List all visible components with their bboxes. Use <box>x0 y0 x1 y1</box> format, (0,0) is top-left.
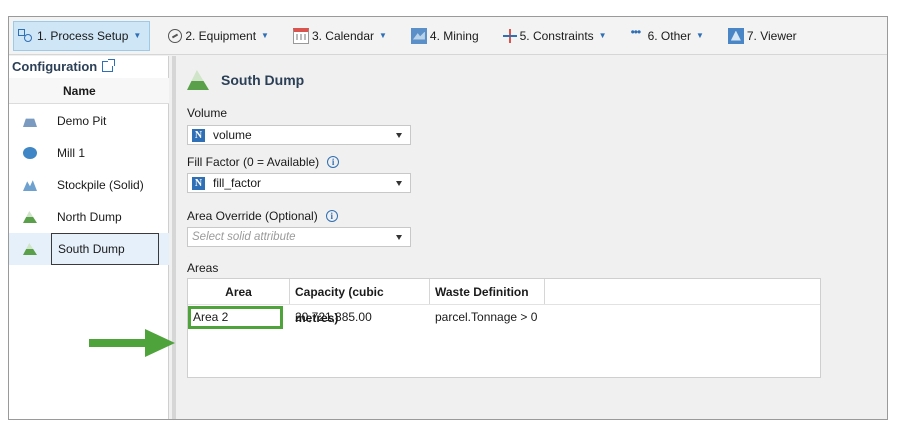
tab-label: 7. Viewer <box>746 28 797 43</box>
pit-icon <box>23 118 37 127</box>
areas-table: Area Capacity (cubic metres) Waste Defin… <box>187 278 821 378</box>
chevron-down-icon: ▼ <box>379 31 387 40</box>
dump-icon <box>187 70 209 90</box>
list-item-south-dump[interactable]: South Dump <box>9 233 169 265</box>
configuration-panel: Configuration Name Demo Pit Mill 1 Stock… <box>9 56 169 419</box>
column-header-waste-definition[interactable]: Waste Definition <box>430 279 545 304</box>
area-override-label: Area Override (Optional) i <box>187 209 338 223</box>
areas-label-text: Areas <box>187 261 219 275</box>
column-header-capacity[interactable]: Capacity (cubic metres) <box>290 279 430 325</box>
highlight-box <box>188 306 283 329</box>
fill-factor-dropdown[interactable]: N fill_factor <box>187 173 411 193</box>
tab-mining[interactable]: 4. Mining <box>405 21 485 51</box>
external-link-icon[interactable] <box>102 59 116 72</box>
app-window: 1. Process Setup ▼ 2. Equipment ▼ 3. Cal… <box>8 16 888 420</box>
tab-label: 3. Calendar <box>311 28 374 43</box>
detail-title: South Dump <box>221 72 305 88</box>
tab-label: 6. Other <box>647 28 691 43</box>
list-item-north-dump[interactable]: North Dump <box>9 201 169 233</box>
dump-icon <box>23 211 37 223</box>
list-item-stockpile[interactable]: Stockpile (Solid) <box>9 169 169 201</box>
list-item-label: Mill 1 <box>57 146 86 160</box>
tab-label: 1. Process Setup <box>37 28 129 43</box>
panel-splitter[interactable] <box>172 56 176 419</box>
tab-calendar[interactable]: 3. Calendar ▼ <box>287 21 393 51</box>
configuration-list: Demo Pit Mill 1 Stockpile (Solid) North … <box>9 105 169 265</box>
mill-icon <box>23 147 37 159</box>
dump-icon <box>23 243 37 255</box>
table-row[interactable]: Area 2 20,721,885.00 parcel.Tonnage > 0 <box>188 305 820 329</box>
list-item-label: Demo Pit <box>57 114 107 128</box>
tab-equipment[interactable]: 2. Equipment ▼ <box>162 21 275 51</box>
list-item-demo-pit[interactable]: Demo Pit <box>9 105 169 137</box>
numeric-attribute-icon: N <box>192 128 205 142</box>
dropdown-arrow-icon <box>396 235 402 240</box>
configuration-title: Configuration <box>12 59 116 74</box>
chevron-down-icon: ▼ <box>261 31 269 40</box>
viewer-icon <box>727 27 744 44</box>
tab-process-setup[interactable]: 1. Process Setup ▼ <box>13 20 151 51</box>
volume-value: volume <box>213 128 252 142</box>
waste-definition-cell[interactable]: parcel.Tonnage > 0 <box>430 305 590 329</box>
areas-label: Areas <box>187 261 218 275</box>
area-cell[interactable]: Area 2 <box>188 305 290 329</box>
list-item-label: South Dump <box>51 233 159 265</box>
table-header: Area Capacity (cubic metres) Waste Defin… <box>188 279 820 325</box>
annotation-arrow-icon <box>89 329 175 357</box>
gauge-icon <box>168 28 183 43</box>
area-override-label-text: Area Override (Optional) <box>187 209 318 223</box>
area-override-placeholder: Select solid attribute <box>192 231 296 243</box>
list-item-label: Stockpile (Solid) <box>57 178 144 192</box>
process-flow-icon <box>18 28 34 44</box>
info-icon[interactable]: i <box>327 156 340 168</box>
volume-dropdown[interactable]: N volume <box>187 125 411 145</box>
configuration-title-text: Configuration <box>12 59 98 74</box>
tab-label: 5. Constraints <box>519 28 594 43</box>
chevron-down-icon: ▼ <box>598 31 607 40</box>
calendar-icon <box>292 27 309 44</box>
tab-viewer[interactable]: 7. Viewer <box>722 21 803 51</box>
stockpile-icon <box>23 180 37 191</box>
area-override-dropdown[interactable]: Select solid attribute <box>187 227 411 247</box>
list-item-mill-1[interactable]: Mill 1 <box>9 137 169 169</box>
tab-label: 2. Equipment <box>185 28 257 43</box>
constraints-icon <box>502 28 517 44</box>
name-column-header[interactable]: Name <box>9 78 169 104</box>
fill-factor-value: fill_factor <box>213 176 262 190</box>
volume-label: Volume <box>187 106 227 120</box>
dots-icon <box>631 25 645 44</box>
tab-other[interactable]: 6. Other ▼ <box>625 21 710 51</box>
chevron-down-icon: ▼ <box>695 31 704 40</box>
capacity-cell[interactable]: 20,721,885.00 <box>290 305 430 329</box>
ribbon-toolbar: 1. Process Setup ▼ 2. Equipment ▼ 3. Cal… <box>9 17 887 55</box>
numeric-attribute-icon: N <box>192 176 205 190</box>
dropdown-arrow-icon <box>396 181 402 186</box>
mining-icon <box>410 27 427 44</box>
fill-factor-label-text: Fill Factor (0 = Available) <box>187 155 320 169</box>
volume-label-text: Volume <box>187 106 228 120</box>
column-header-area[interactable]: Area <box>188 279 290 304</box>
detail-panel: South Dump Volume N volume Fill Factor (… <box>177 56 887 419</box>
tab-constraints[interactable]: 5. Constraints ▼ <box>497 21 613 51</box>
tab-label: 4. Mining <box>429 28 479 43</box>
info-icon[interactable]: i <box>325 210 338 222</box>
list-item-label: North Dump <box>57 210 122 224</box>
fill-factor-label: Fill Factor (0 = Available) i <box>187 155 340 169</box>
detail-header: South Dump <box>187 70 304 90</box>
chevron-down-icon: ▼ <box>133 31 142 40</box>
dropdown-arrow-icon <box>396 133 402 138</box>
